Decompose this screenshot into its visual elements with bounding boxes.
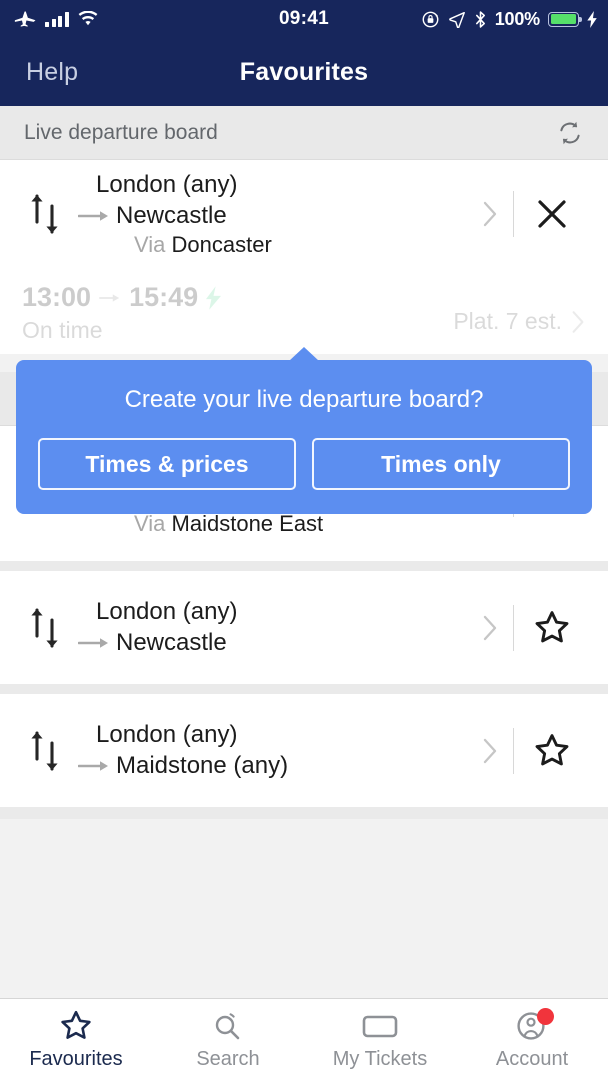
table-row[interactable]: London (any) Newcastle <box>0 571 608 684</box>
chevron-right-icon[interactable] <box>467 737 513 765</box>
row-gap <box>0 684 608 694</box>
location-arrow-icon <box>448 11 465 28</box>
account-circle-icon <box>514 1007 554 1043</box>
live-board-section-title: Live departure board <box>24 120 218 144</box>
swap-arrows-icon[interactable] <box>18 606 72 650</box>
star-outline-icon <box>535 610 569 642</box>
journey-via-label: Via <box>134 511 166 537</box>
charging-bolt-icon <box>587 10 597 28</box>
recent-search-row-2[interactable]: London (any) Maidstone (any) <box>0 694 608 807</box>
app-screen: 09:41 100% Help Favourites Live departur… <box>0 0 608 1080</box>
battery-percent-label: 100% <box>494 8 540 29</box>
tab-my-tickets[interactable]: My Tickets <box>304 1009 456 1071</box>
arrow-right-icon <box>78 757 116 775</box>
create-departure-board-tooltip: Create your live departure board? Times … <box>16 347 592 514</box>
list-bottom-gap <box>0 807 608 819</box>
journey-stations: London (any) Newcastle <box>72 597 467 658</box>
chevron-right-icon[interactable] <box>467 614 513 642</box>
tab-search[interactable]: Search <box>152 1009 304 1071</box>
tooltip-title: Create your live departure board? <box>124 386 484 413</box>
journey-from: London (any) <box>96 597 238 625</box>
search-signal-icon <box>210 1009 246 1043</box>
journey-to: Newcastle <box>116 202 227 229</box>
bottom-tab-bar: Favourites Search My Tickets Account <box>0 998 608 1080</box>
journey-to: Newcastle <box>116 628 227 656</box>
journey-via-station: Doncaster <box>171 231 272 257</box>
journey-via-label: Via <box>134 231 166 257</box>
journey-via-line: Via Maidstone East <box>78 511 467 537</box>
tooltip-actions: Times & prices Times only <box>38 438 570 490</box>
chevron-right-icon[interactable] <box>467 200 513 228</box>
row-gap <box>0 561 608 571</box>
tab-account[interactable]: Account <box>456 1007 608 1071</box>
page-title: Favourites <box>239 57 369 86</box>
status-bar: 09:41 100% <box>0 0 608 38</box>
times-and-prices-button[interactable]: Times & prices <box>38 438 296 490</box>
tab-label: My Tickets <box>332 1047 428 1070</box>
star-outline-icon <box>535 733 569 765</box>
live-board-detail-left: 13:00 15:49 On time <box>22 282 453 344</box>
battery-icon <box>548 11 582 27</box>
swap-arrows-icon[interactable] <box>18 192 72 236</box>
journey-from: London (any) <box>96 720 238 748</box>
journey-to-line: Newcastle <box>78 201 467 232</box>
add-favourite-button[interactable] <box>514 609 590 647</box>
journey-from-line: London (any) <box>78 170 467 201</box>
platform-label: Plat. 7 est. <box>453 308 562 334</box>
live-board-times: 13:00 15:49 <box>22 282 453 313</box>
journey-to: Maidstone (any) <box>116 751 289 779</box>
journey-via-station: Maidstone East <box>171 511 324 537</box>
tab-label: Favourites <box>29 1047 123 1070</box>
times-only-button[interactable]: Times only <box>312 438 570 490</box>
depart-time: 13:00 <box>22 282 92 312</box>
journey-stations: London (any) Maidstone (any) <box>72 720 467 781</box>
live-board-detail-row[interactable]: 13:00 15:49 On time Plat. 7 est. <box>0 268 608 354</box>
rotation-lock-icon <box>422 11 439 27</box>
chevron-right-icon <box>572 310 584 333</box>
live-board-section-header: Live departure board <box>0 106 608 160</box>
notification-badge <box>537 1007 554 1025</box>
swap-arrows-icon[interactable] <box>18 729 72 773</box>
arrow-right-icon <box>78 634 116 652</box>
close-icon <box>538 200 566 228</box>
bluetooth-icon <box>475 10 485 28</box>
live-board-journey-row[interactable]: London (any) Newcastle Via Doncaster <box>0 160 608 268</box>
refresh-icon[interactable] <box>556 119 584 147</box>
ticket-icon <box>360 1009 400 1043</box>
journey-stations: London (any) Newcastle Via Doncaster <box>72 170 467 257</box>
status-bar-right: 100% <box>421 0 598 38</box>
tab-favourites[interactable]: Favourites <box>0 1009 152 1071</box>
tab-label: Account <box>495 1047 569 1070</box>
service-status: On time <box>22 317 103 343</box>
nav-bar: Help Favourites <box>0 38 608 106</box>
add-favourite-button[interactable] <box>514 732 590 770</box>
live-board-card: London (any) Newcastle Via Doncaster 13:… <box>0 160 608 354</box>
journey-from: London (any) <box>96 171 238 199</box>
remove-favourite-button[interactable] <box>514 197 590 231</box>
tab-label: Search <box>196 1047 260 1070</box>
table-row[interactable]: London (any) Maidstone (any) <box>0 694 608 807</box>
arrive-time: 15:49 <box>129 282 199 312</box>
journey-via-line: Via Doncaster <box>78 232 467 258</box>
live-board-detail-right: Plat. 7 est. <box>453 282 586 335</box>
arrow-right-icon <box>99 293 120 302</box>
lightning-bolt-icon <box>206 285 222 310</box>
arrow-right-icon <box>78 207 116 225</box>
star-outline-icon <box>58 1009 94 1043</box>
recent-search-row-1[interactable]: London (any) Newcastle <box>0 571 608 684</box>
